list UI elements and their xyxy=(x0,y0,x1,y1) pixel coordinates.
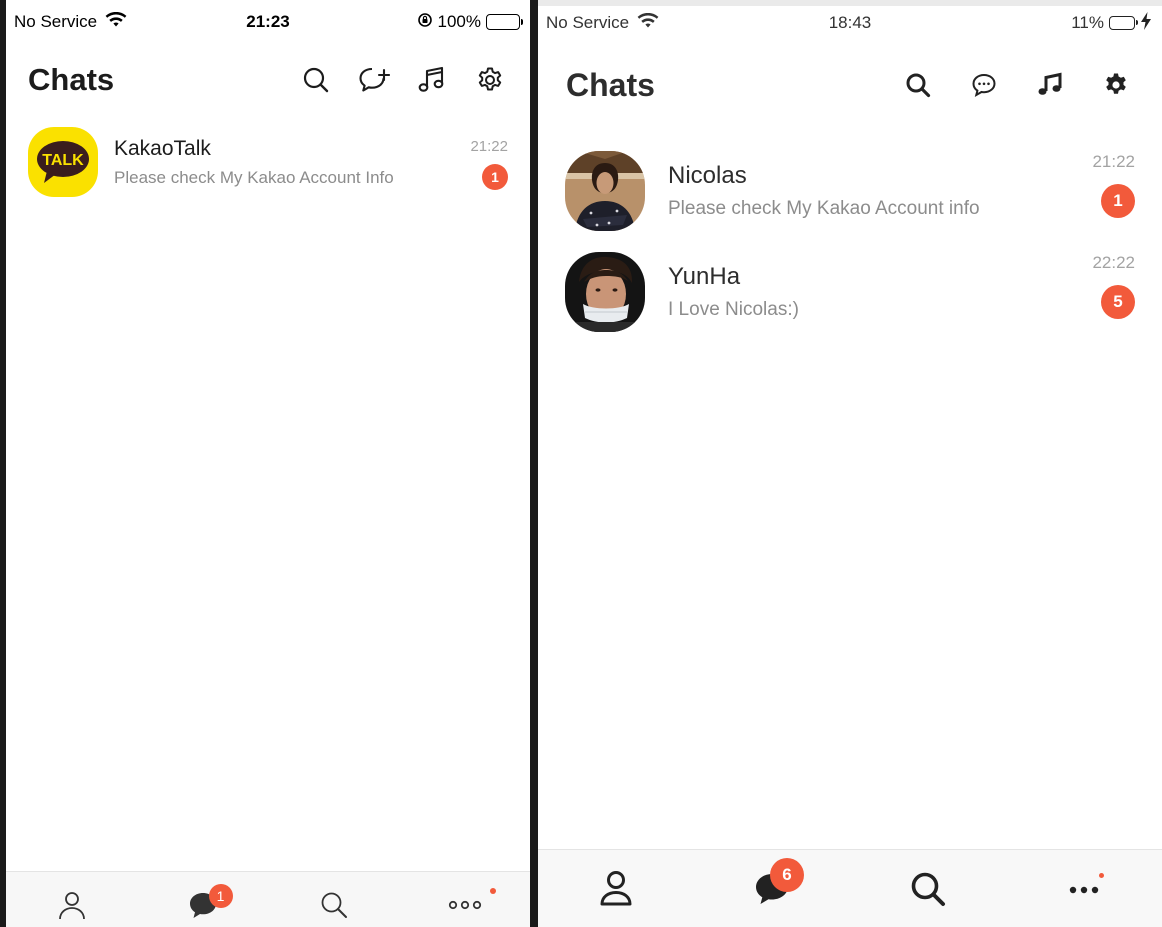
clone-chats-screen: No Service 18:43 11% Chats Nicolas Pleas… xyxy=(538,0,1162,927)
search-icon xyxy=(909,870,947,927)
header: Chats xyxy=(6,58,530,102)
chat-bubble-icon[interactable] xyxy=(966,67,1002,103)
unread-badge: 5 xyxy=(1101,285,1135,319)
status-bar: No Service 18:43 11% xyxy=(538,11,1162,35)
chat-preview: I Love Nicolas:) xyxy=(668,298,799,320)
chat-time: 22:22 xyxy=(1092,253,1135,272)
tab-bar: 6 xyxy=(538,849,1162,927)
person-icon xyxy=(57,890,87,927)
wifi-icon xyxy=(637,12,659,34)
new-chat-icon[interactable] xyxy=(356,62,392,98)
search-icon xyxy=(319,890,349,927)
kakaotalk-logo: TALK xyxy=(28,127,98,197)
chat-name: KakaoTalk xyxy=(114,136,211,160)
avatar-yunha xyxy=(565,251,645,332)
tab-chats[interactable]: 1 xyxy=(137,872,268,927)
gear-icon[interactable] xyxy=(1098,67,1134,103)
tab-friends[interactable] xyxy=(538,850,694,927)
chat-time: 21:22 xyxy=(470,138,508,155)
header: Chats xyxy=(538,62,1162,108)
page-title: Chats xyxy=(28,62,115,97)
notification-dot xyxy=(489,888,496,894)
charging-icon xyxy=(1140,11,1152,35)
chat-list: Nicolas Please check My Kakao Account in… xyxy=(538,140,1162,342)
more-icon xyxy=(447,890,483,927)
unread-badge: 1 xyxy=(482,164,508,190)
chat-row-nicolas[interactable]: Nicolas Please check My Kakao Account in… xyxy=(538,140,1162,241)
tab-search[interactable] xyxy=(850,850,1006,927)
carrier-label: No Service xyxy=(14,12,98,31)
more-icon xyxy=(1067,870,1101,927)
search-icon[interactable] xyxy=(900,67,936,103)
battery-icon xyxy=(1109,16,1138,30)
tab-search[interactable] xyxy=(268,872,399,927)
svg-text:TALK: TALK xyxy=(42,152,84,169)
avatar-nicolas xyxy=(565,150,645,231)
battery-percent: 11% xyxy=(1071,13,1104,32)
chat-time: 21:22 xyxy=(1092,152,1135,171)
tab-chats-badge: 6 xyxy=(770,858,804,892)
unread-badge: 1 xyxy=(1101,184,1135,218)
status-bar: No Service 21:23 100% xyxy=(6,10,530,34)
orientation-lock-icon xyxy=(417,12,433,33)
chat-row-yunha[interactable]: YunHa I Love Nicolas:) 22:22 5 xyxy=(538,241,1162,342)
tab-chats[interactable]: 6 xyxy=(694,850,850,927)
music-icon[interactable] xyxy=(1032,67,1068,103)
search-icon[interactable] xyxy=(298,62,334,98)
chat-row-kakaotalk[interactable]: TALK KakaoTalk Please check My Kakao Acc… xyxy=(6,124,530,200)
battery-icon xyxy=(486,14,523,30)
battery-percent: 100% xyxy=(437,12,481,31)
chat-name: Nicolas xyxy=(668,161,747,189)
notification-dot xyxy=(1099,873,1104,878)
tab-more[interactable] xyxy=(399,872,530,927)
chat-preview: Please check My Kakao Account info xyxy=(668,197,980,219)
page-title: Chats xyxy=(566,66,655,103)
gear-icon[interactable] xyxy=(472,62,508,98)
music-icon[interactable] xyxy=(414,62,450,98)
chat-preview: Please check My Kakao Account Info xyxy=(114,167,394,187)
native-kakaotalk-screen: No Service 21:23 100% Chats TALK KakaoTa… xyxy=(6,0,530,927)
chat-list: TALK KakaoTalk Please check My Kakao Acc… xyxy=(6,124,530,200)
chat-name: YunHa xyxy=(668,262,741,290)
tab-friends[interactable] xyxy=(6,872,137,927)
tab-more[interactable] xyxy=(1006,850,1162,927)
tab-bar: 1 xyxy=(6,871,530,927)
person-icon xyxy=(599,870,633,927)
tab-chats-badge: 1 xyxy=(208,884,233,908)
carrier-label: No Service xyxy=(546,13,630,32)
wifi-icon xyxy=(105,11,127,33)
